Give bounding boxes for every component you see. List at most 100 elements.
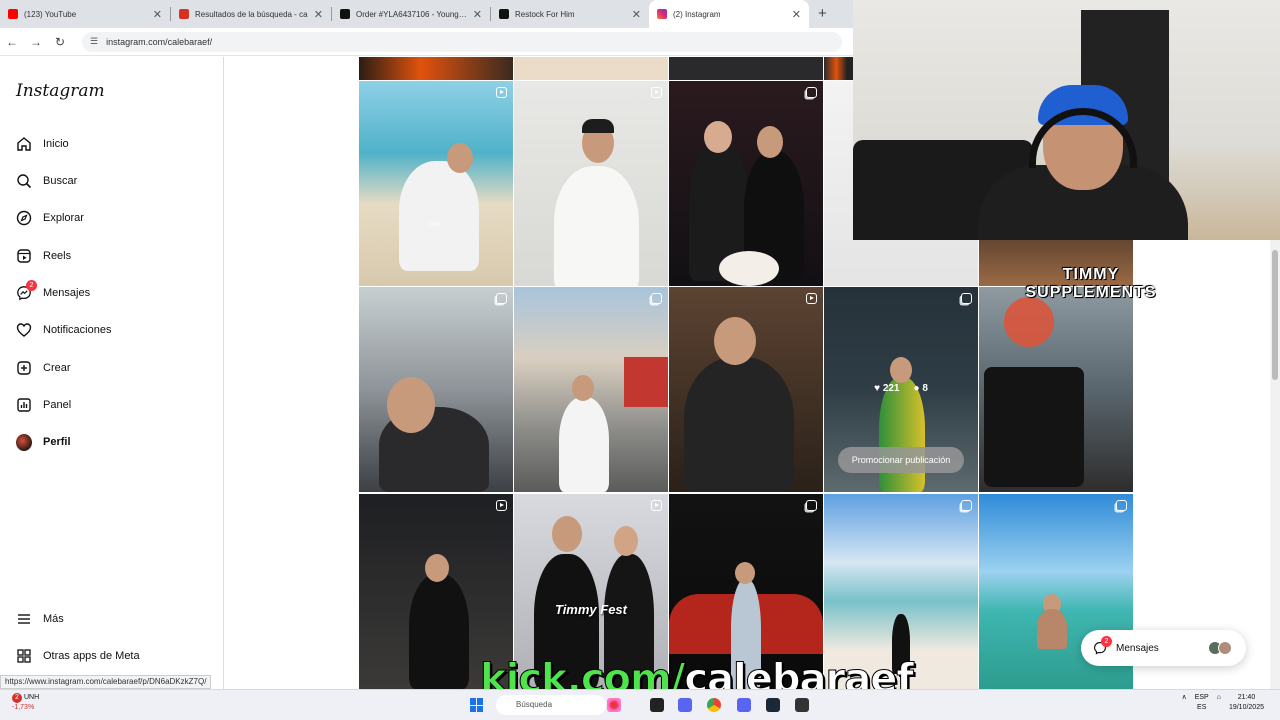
nav-profile[interactable]: Perfil (16, 433, 71, 451)
nav-create[interactable]: Crear (16, 360, 71, 376)
post-tile[interactable] (669, 287, 823, 492)
nav-label: Panel (43, 399, 72, 411)
stock-badge: 2 (12, 693, 22, 703)
stock-change: -1,73% (12, 704, 35, 711)
address-bar: ← → ↻ ☰ instagram.com/calebaraef/ (0, 28, 853, 56)
reels-icon (16, 248, 32, 264)
youtube-icon (8, 9, 18, 19)
nav-label: Perfil (43, 436, 71, 448)
comments-count: ● 8 (913, 383, 928, 394)
home-icon (16, 136, 32, 152)
post-tile[interactable] (514, 57, 668, 80)
close-icon[interactable]: ✕ (792, 8, 801, 21)
nav-home[interactable]: Inicio (16, 136, 69, 152)
tab-restock[interactable]: Restock For Him ✕ (491, 0, 649, 28)
nav-label: Otras apps de Meta (43, 650, 140, 662)
network-icon[interactable]: ⌂ (1217, 693, 1221, 713)
close-icon[interactable]: ✕ (153, 8, 162, 21)
post-tile[interactable] (514, 287, 668, 492)
apps-icon (16, 648, 32, 664)
nav-label: Explorar (43, 212, 84, 224)
language-indicator[interactable]: ESP ES (1195, 693, 1209, 713)
carousel-icon (496, 293, 507, 304)
tab-youngla-order[interactable]: Order #YLA6437106 - YoungLA ✕ (332, 0, 490, 28)
tab-title: Order #YLA6437106 - YoungLA (356, 9, 467, 19)
nav-meta-apps[interactable]: Otras apps de Meta (16, 648, 140, 664)
app-icon[interactable] (795, 698, 809, 712)
nav-explore[interactable]: Explorar (16, 210, 84, 226)
stock-widget[interactable]: 2 UNH -1,73% (12, 693, 39, 713)
taskbar-search[interactable]: Búsqueda (496, 695, 606, 715)
post-hover-stats: ♥ 221 ● 8 (824, 383, 978, 394)
post-tile[interactable] (359, 57, 513, 80)
tab-instagram[interactable]: (2) Instagram ✕ (649, 0, 809, 28)
new-tab-button[interactable]: + (809, 0, 836, 28)
discord-icon[interactable] (737, 698, 751, 712)
close-icon[interactable]: ✕ (632, 8, 641, 21)
avatar (1218, 641, 1232, 655)
post-tile[interactable]: con (359, 81, 513, 286)
nav-more[interactable]: Más (16, 611, 64, 627)
page-scrollbar[interactable] (1270, 240, 1280, 689)
chevron-up-icon[interactable]: ∧ (1182, 693, 1187, 713)
post-tile[interactable] (979, 287, 1133, 492)
carousel-icon (1116, 500, 1127, 511)
steam-icon[interactable] (766, 698, 780, 712)
reel-icon (651, 87, 662, 98)
brand-watermark: TIMMY SUPPLEMENTS (1025, 266, 1157, 301)
youngla-icon (340, 9, 350, 19)
tab-title: (2) Instagram (673, 9, 721, 19)
close-icon[interactable]: ✕ (473, 8, 482, 21)
instagram-logo[interactable]: Instagram (16, 81, 105, 101)
instagram-icon (657, 9, 667, 19)
chart-icon (16, 397, 32, 413)
back-icon[interactable]: ← (0, 35, 24, 49)
nav-label: Notificaciones (43, 324, 112, 336)
tab-title: (123) YouTube (24, 9, 77, 19)
forward-icon[interactable]: → (24, 35, 48, 49)
app-icon[interactable] (607, 698, 621, 712)
close-icon[interactable]: ✕ (314, 8, 323, 21)
windows-start-icon[interactable] (470, 698, 484, 712)
browser-tab-strip: (123) YouTube ✕ Resultados de la búsqued… (0, 0, 853, 28)
app-icon[interactable] (650, 698, 664, 712)
url-field[interactable]: ☰ instagram.com/calebaraef/ (82, 31, 842, 52)
tile-caption: Timmy Fest (554, 602, 627, 617)
reload-icon[interactable]: ↻ (48, 35, 72, 49)
nav-label: Reels (43, 250, 72, 262)
url-text: instagram.com/calebaraef/ (106, 36, 213, 47)
nav-notifications[interactable]: Notificaciones (16, 322, 111, 338)
avatar (16, 433, 32, 451)
scrollbar-thumb[interactable] (1272, 250, 1278, 380)
post-tile[interactable] (514, 81, 668, 286)
menu-icon (16, 611, 32, 627)
nav-dashboard[interactable]: Panel (16, 397, 71, 413)
tab-gmail[interactable]: Resultados de la búsqueda - ca ✕ (171, 0, 331, 28)
gmail-icon (179, 9, 189, 19)
nav-messages[interactable]: 2 Mensajes (16, 280, 91, 301)
post-tile[interactable] (669, 57, 823, 80)
post-tile-hovered[interactable]: ♥ 221 ● 8 Promocionar publicación (824, 287, 978, 492)
reel-icon (496, 87, 507, 98)
nav-label: Mensajes (43, 287, 91, 299)
post-tile[interactable] (359, 287, 513, 492)
messages-drawer-button[interactable]: 2 Mensajes (1081, 630, 1246, 666)
nav-search[interactable]: Buscar (16, 173, 77, 189)
boost-post-button[interactable]: Promocionar publicación (838, 447, 964, 473)
chrome-icon[interactable] (707, 698, 721, 712)
tab-youtube[interactable]: (123) YouTube ✕ (0, 0, 170, 28)
site-info-icon[interactable]: ☰ (90, 36, 98, 47)
windows-taskbar: 2 UNH -1,73% Búsqueda ∧ ESP ES ⌂ 21:40 19/… (0, 689, 1280, 720)
tile-caption: con (429, 221, 441, 228)
app-icon[interactable] (678, 698, 692, 712)
tab-title: Restock For Him (515, 9, 575, 19)
messenger-icon: 2 (1093, 636, 1112, 655)
post-tile[interactable] (669, 81, 823, 286)
carousel-icon (806, 87, 817, 98)
nav-reels[interactable]: Reels (16, 248, 71, 264)
system-tray: ∧ ESP ES ⌂ 21:40 19/10/2025 (1182, 693, 1264, 713)
webcam-overlay (853, 0, 1280, 240)
youngla-icon (499, 9, 509, 19)
clock[interactable]: 21:40 19/10/2025 (1229, 693, 1264, 713)
reel-icon (806, 293, 817, 304)
